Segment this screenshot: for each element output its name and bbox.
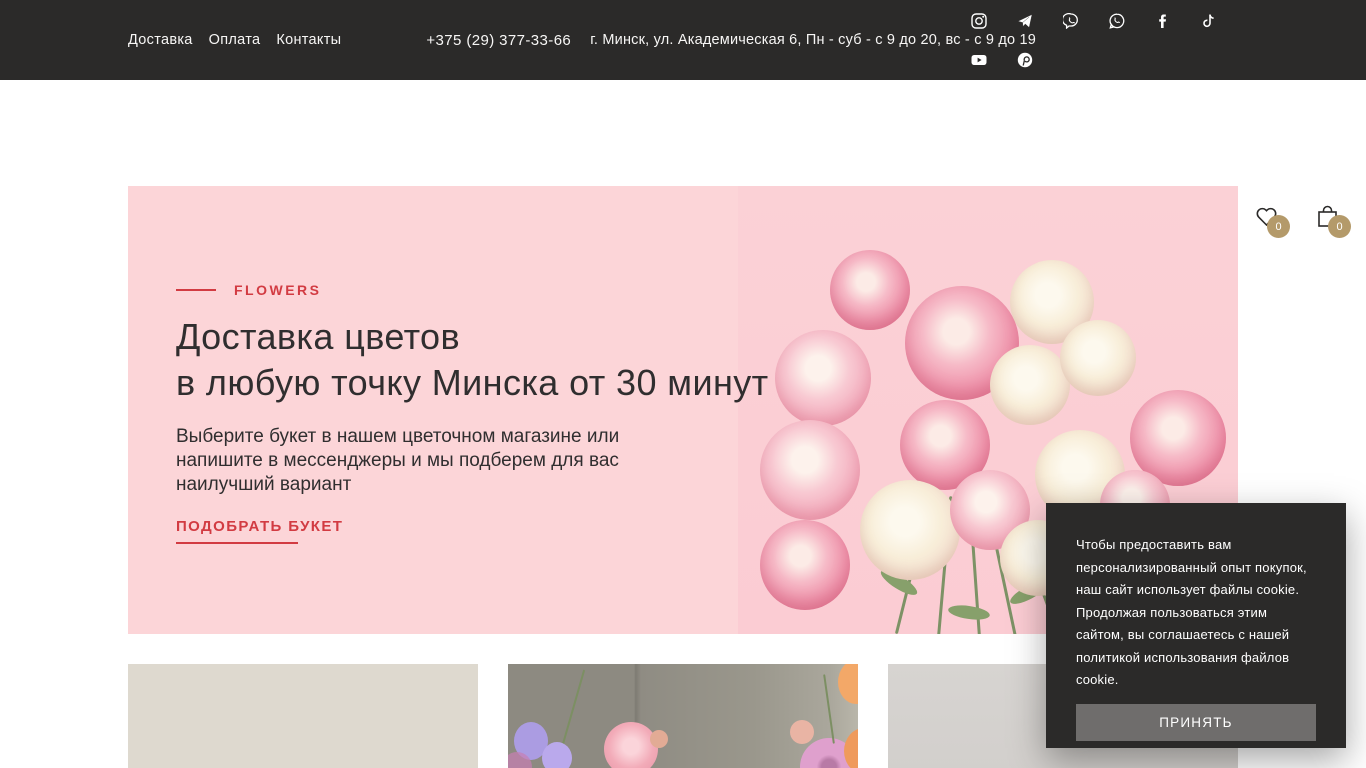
cart-button[interactable]: 0 (1315, 204, 1351, 238)
product-card-image[interactable] (508, 664, 858, 768)
pick-bouquet-label: ПОДОБРАТЬ БУКЕТ (176, 518, 344, 535)
facebook-icon (1155, 13, 1171, 29)
hero-title-line2: в любую точку Минска от 30 минут (176, 362, 769, 403)
telegram-icon (1017, 13, 1033, 29)
topbar-links: Доставка Оплата Контакты (128, 32, 341, 48)
topbar-link-delivery[interactable]: Доставка (128, 32, 193, 48)
social-link-instagram[interactable] (971, 13, 987, 29)
social-link-facebook[interactable] (1155, 13, 1171, 29)
social-link-tiktok[interactable] (1201, 13, 1217, 29)
social-link-youtube[interactable] (971, 52, 987, 68)
cookie-consent-banner: Чтобы предоставить вам персонализированн… (1046, 503, 1346, 748)
cookie-consent-text: Чтобы предоставить вам персонализированн… (1076, 537, 1307, 687)
hero-title: Доставка цветов в любую точку Минска от … (176, 314, 769, 406)
whatsapp-icon (1109, 13, 1125, 29)
accept-cookies-button[interactable]: ПРИНЯТЬ (1076, 703, 1316, 741)
topbar-link-contacts[interactable]: Контакты (276, 32, 341, 48)
eyebrow-line (176, 289, 216, 291)
social-link-whatsapp[interactable] (1109, 13, 1125, 29)
main-navigation: БУКЕТЫ ОНЛАЙН ВИТРИНА ОТКРЫТКИ ПОДАРКИ Р… (0, 80, 1366, 238)
wishlist-button[interactable]: 0 (1254, 204, 1290, 238)
wishlist-count-badge: 0 (1267, 215, 1290, 238)
store-address: г. Минск, ул. Академическая 6, Пн - суб … (590, 32, 1037, 48)
pick-bouquet-link[interactable]: ПОДОБРАТЬ БУКЕТ (176, 518, 343, 544)
viber-icon (1063, 13, 1079, 29)
phone-number[interactable]: +375 (29) 377-33-66 (426, 32, 571, 49)
hero-title-line1: Доставка цветов (176, 316, 460, 357)
hero-eyebrow: FLOWERS (176, 282, 769, 298)
tiktok-icon (1201, 13, 1217, 29)
social-link-telegram[interactable] (1017, 13, 1033, 29)
topbar-link-payment[interactable]: Оплата (209, 32, 261, 48)
youtube-icon (971, 52, 987, 68)
cart-count-badge: 0 (1328, 215, 1351, 238)
social-links (971, 13, 1225, 68)
instagram-icon (971, 13, 987, 29)
social-link-pinterest[interactable] (1017, 52, 1033, 68)
pinterest-icon (1017, 52, 1033, 68)
product-card-image[interactable] (128, 664, 478, 768)
social-link-viber[interactable] (1063, 13, 1079, 29)
cta-underline (176, 542, 298, 544)
topbar: Доставка Оплата Контакты +375 (29) 377-3… (0, 0, 1366, 80)
hero-subtitle: Выберите букет в нашем цветочном магазин… (176, 426, 620, 495)
eyebrow-label: FLOWERS (234, 282, 322, 298)
